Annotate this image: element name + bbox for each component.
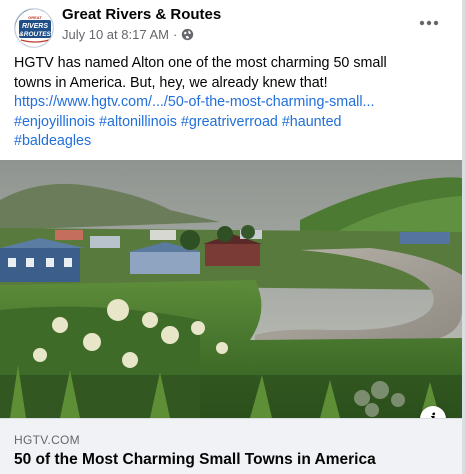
hashtag-link[interactable]: #haunted bbox=[282, 114, 342, 130]
post-text-line-1: HGTV has named Alton one of the most cha… bbox=[14, 55, 387, 71]
link-preview-image[interactable] bbox=[0, 160, 462, 418]
page-name-link[interactable]: Great Rivers & Routes bbox=[62, 6, 221, 23]
post-message: HGTV has named Alton one of the most cha… bbox=[14, 54, 454, 152]
hashtag-link[interactable]: #altonillinois bbox=[99, 114, 177, 130]
facebook-post: GREAT RIVERS &ROUTES Great Rivers & Rout… bbox=[0, 0, 465, 474]
more-options-button[interactable] bbox=[414, 8, 444, 38]
hashtags-line-2: #baldeagles bbox=[14, 132, 454, 152]
more-horizontal-icon bbox=[419, 20, 439, 26]
post-url-link[interactable]: https://www.hgtv.com/.../50-of-the-most-… bbox=[14, 94, 374, 110]
link-preview-footer[interactable]: HGTV.COM 50 of the Most Charming Small T… bbox=[0, 418, 462, 474]
post-text-line-2: towns in America. But, hey, we already k… bbox=[14, 74, 328, 91]
post-meta: July 10 at 8:17 AM · bbox=[62, 27, 194, 42]
hashtags-line-1: #enjoyillinois #altonillinois #greatrive… bbox=[14, 113, 454, 133]
avatar-text-bottom: &ROUTES bbox=[19, 31, 51, 38]
link-domain: HGTV.COM bbox=[14, 433, 80, 447]
page-avatar[interactable]: GREAT RIVERS &ROUTES bbox=[14, 8, 54, 48]
globe-icon[interactable] bbox=[181, 28, 194, 41]
link-title[interactable]: 50 of the Most Charming Small Towns in A… bbox=[14, 451, 376, 469]
meta-separator: · bbox=[172, 27, 178, 42]
avatar-text-small: GREAT bbox=[28, 15, 42, 20]
hashtag-link[interactable]: #greatriverroad bbox=[181, 114, 278, 130]
landscape-photo bbox=[0, 160, 462, 418]
avatar-text-top: RIVERS bbox=[22, 23, 48, 30]
hashtag-link[interactable]: #baldeagles bbox=[14, 133, 91, 149]
post-timestamp[interactable]: July 10 at 8:17 AM bbox=[62, 27, 169, 42]
page-logo: GREAT RIVERS &ROUTES bbox=[15, 9, 53, 47]
hashtag-link[interactable]: #enjoyillinois bbox=[14, 114, 95, 130]
